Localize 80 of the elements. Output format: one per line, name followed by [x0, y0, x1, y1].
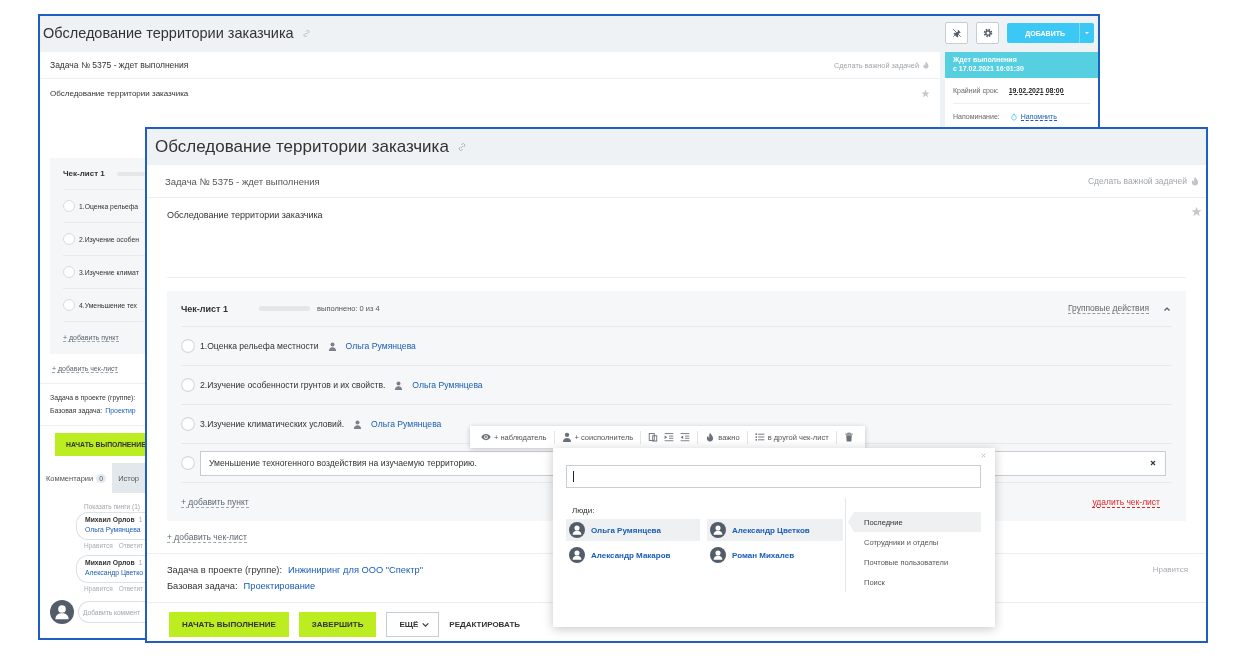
assignee-link[interactable]: Ольга Румянцева — [371, 419, 442, 429]
person-icon — [327, 341, 337, 351]
checkbox[interactable] — [63, 266, 75, 278]
task-description: Обследование территории заказчика — [167, 210, 323, 220]
avatar-icon — [710, 547, 726, 563]
checklist-title: Чек-лист 1 — [181, 303, 229, 314]
checklist-item: 2.Изучение особенности грунтов и их свойств. — [200, 380, 386, 390]
pin-off-icon — [951, 28, 962, 38]
checkbox[interactable] — [63, 299, 75, 311]
search-field[interactable] — [566, 465, 981, 488]
base-task-label: Базовая задача: — [167, 581, 238, 591]
settings-button[interactable] — [976, 22, 1000, 44]
action-button[interactable]: НАЧАТЬ ВЫПОЛНЕНИЕ — [169, 612, 289, 637]
add-item-link[interactable]: + добавить пункт — [181, 496, 249, 508]
settings-icon — [982, 28, 993, 38]
star-icon — [1191, 206, 1202, 217]
checkbox[interactable] — [181, 378, 195, 392]
copy-icon — [648, 432, 659, 442]
action-button[interactable]: ЗАВЕРШИТЬ — [298, 612, 377, 637]
checkbox[interactable] — [181, 339, 195, 353]
person-item[interactable]: Александр Цветков — [707, 519, 843, 541]
people-label: Люди: — [572, 506, 596, 515]
project-link[interactable]: Инжиниринг для ООО "Спектр" — [288, 565, 423, 575]
project-label: Задача в проекте (группе): — [167, 565, 283, 575]
caret-icon — [1083, 29, 1091, 37]
eye-icon — [481, 432, 491, 442]
dropdown-button[interactable] — [1079, 23, 1094, 43]
avatar-icon — [710, 522, 726, 538]
task-description: Обследование территории заказчика — [50, 89, 189, 98]
trash-icon — [843, 432, 854, 442]
avatar-icon — [569, 547, 585, 563]
person-item[interactable]: Ольга Румянцева — [566, 519, 700, 541]
toolbar-icon-button[interactable] — [680, 432, 691, 442]
more-button[interactable]: ЕЩЁ — [386, 612, 440, 637]
person-icon — [353, 419, 363, 429]
assignee-link[interactable]: Ольга Румянцева — [345, 341, 416, 351]
text-cursor — [573, 471, 574, 482]
assignee-link[interactable]: Ольга Румянцева — [412, 380, 483, 390]
person-item[interactable]: Александр Макаров — [566, 544, 700, 566]
checkbox[interactable] — [63, 200, 75, 212]
window-title: Обследование территории заказчика — [155, 137, 449, 157]
group-actions-link[interactable]: Групповые действия — [1067, 303, 1149, 314]
checklist-title: Чек-лист 1 — [63, 169, 105, 178]
window-title: Обследование территории заказчика — [43, 25, 294, 41]
item-text: Уменьшение техногенного воздействия на изучаемую территорию. — [209, 458, 477, 468]
link-icon — [301, 28, 311, 38]
delete-checklist-link[interactable]: удалить чек-лист — [1092, 496, 1160, 508]
task-status: Задача № 5375 - ждет выполнения — [165, 175, 320, 187]
link-icon — [456, 142, 467, 152]
base-task-link[interactable]: Проектирование — [243, 581, 316, 591]
chevron-icon — [421, 620, 431, 629]
pin-button[interactable] — [945, 22, 969, 44]
list-icon — [754, 432, 765, 442]
toolbar-icon-button[interactable] — [664, 432, 675, 442]
toolbar-icon-button[interactable] — [648, 432, 659, 442]
flame-icon — [922, 61, 930, 69]
avatar-icon — [569, 522, 585, 538]
indent-icon — [664, 432, 675, 442]
drop-icon — [1009, 112, 1018, 121]
person-icon — [561, 432, 572, 442]
task-status: Задача № 5375 - ждет выполнения — [50, 60, 189, 70]
toolbar-icon-button[interactable] — [843, 432, 854, 442]
checkbox[interactable] — [181, 456, 195, 470]
avatar-icon — [50, 600, 74, 624]
edit-button[interactable]: РЕДАКТИРОВАТЬ — [449, 620, 520, 629]
person-item[interactable]: Роман Михалев — [707, 544, 843, 566]
checklist-item: 1.Оценка рельефа местности — [200, 341, 319, 351]
add-checklist-link[interactable]: + добавить чек-лист — [167, 532, 247, 543]
flame-icon — [705, 432, 716, 442]
close-icon — [1149, 459, 1157, 467]
outdent-icon — [680, 432, 691, 442]
checkbox[interactable] — [63, 233, 75, 245]
close-icon — [980, 452, 987, 459]
checkbox[interactable] — [181, 417, 195, 431]
close-button[interactable] — [980, 452, 987, 459]
flame-icon — [1190, 176, 1200, 186]
checklist-item: 3.Изучение климатических условий. — [200, 419, 345, 429]
clear-button[interactable] — [1149, 459, 1157, 467]
star-icon — [921, 89, 930, 98]
person-icon — [394, 380, 404, 390]
